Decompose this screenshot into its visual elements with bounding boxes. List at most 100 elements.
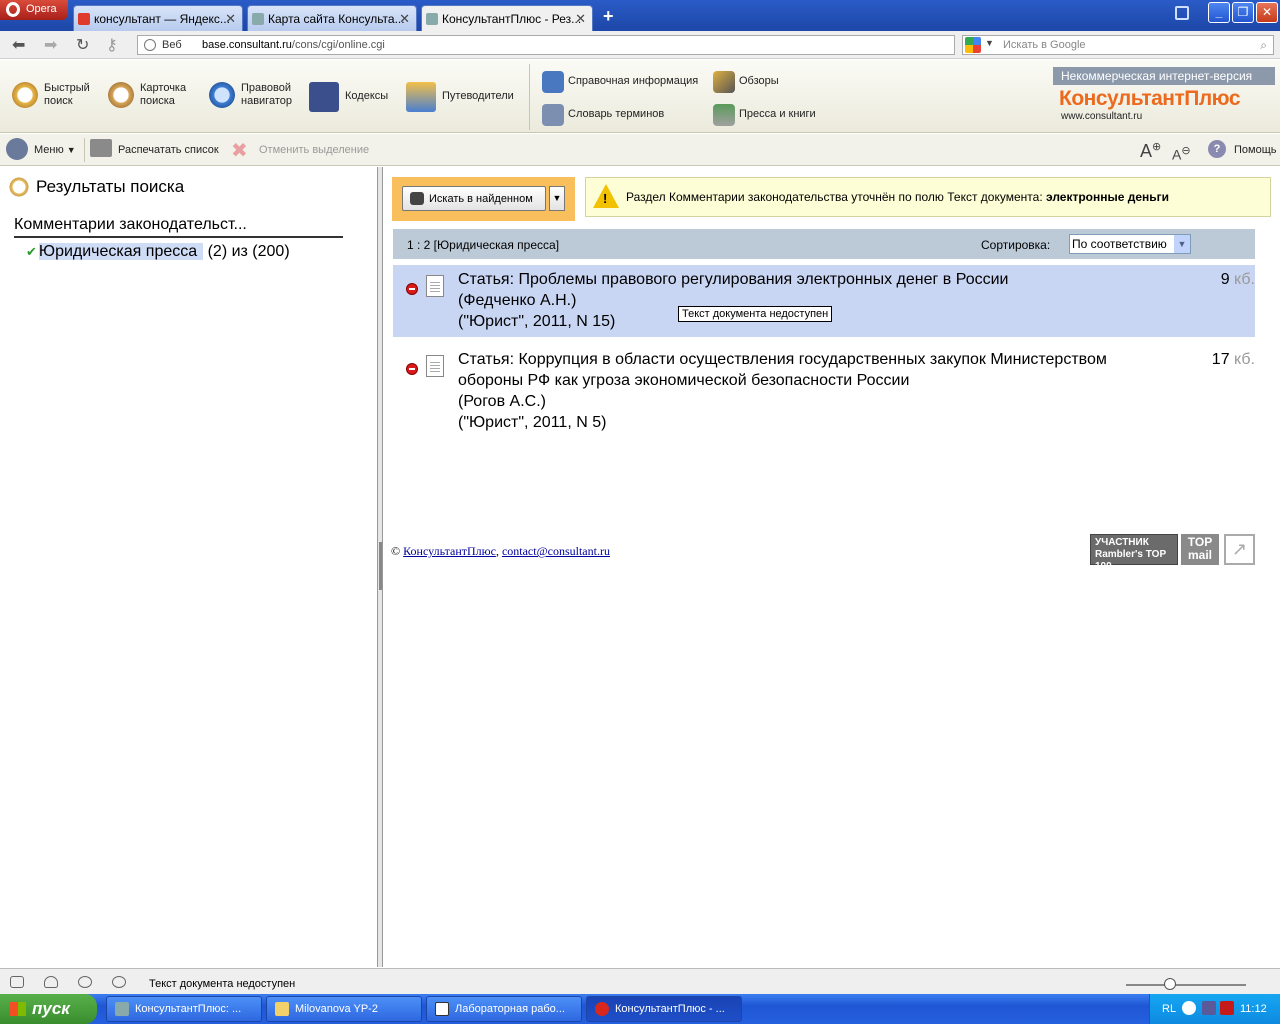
results-item-legal-press[interactable]: ✔ Юридическая пресса (2) из (200)	[26, 243, 290, 261]
windows-taskbar: пуск КонсультантПлюс: ... Milovanova YP-…	[0, 994, 1280, 1024]
trash-icon[interactable]	[1175, 6, 1189, 20]
rambler-top100-badge[interactable]: УЧАСТНИК Rambler's TOP 100	[1090, 534, 1178, 572]
speed-dial-icon[interactable]	[112, 976, 126, 988]
glossary-button[interactable]: Словарь терминов	[542, 104, 664, 126]
document-title[interactable]: Статья: Коррупция в области осуществлени…	[458, 349, 1255, 370]
network-icon[interactable]	[1202, 1001, 1216, 1015]
book-icon	[309, 82, 339, 112]
system-tray: RL 11:12	[1149, 994, 1280, 1024]
mail-top-badge[interactable]: TOP mail	[1181, 534, 1219, 565]
find-in-found-button[interactable]: Искать в найденном	[402, 186, 546, 211]
find-dropdown-button[interactable]: ▼	[549, 186, 565, 211]
question-book-icon	[542, 71, 564, 93]
card-search-icon	[106, 80, 136, 110]
word-document-icon	[435, 1002, 449, 1016]
print-list-button[interactable]: Распечатать список	[90, 139, 219, 157]
tab-consultant-results[interactable]: КонсультантПлюс - Рез... ✕	[421, 5, 593, 31]
taskbar-item-consultant[interactable]: КонсультантПлюс: ...	[106, 996, 262, 1022]
clock: 11:12	[1240, 1003, 1267, 1015]
language-indicator[interactable]: RL	[1162, 1003, 1176, 1015]
document-size: 17 кб.	[1211, 351, 1255, 368]
maximize-button[interactable]: ❐	[1232, 2, 1254, 23]
document-row[interactable]: Статья: Проблемы правового регулирования…	[393, 265, 1255, 337]
document-icon	[426, 355, 444, 377]
quick-search-button[interactable]: Быстрый поиск	[10, 80, 104, 110]
close-icon[interactable]: ✕	[575, 11, 586, 27]
cancel-selection-button[interactable]: ✖ Отменить выделение	[231, 140, 369, 162]
document-title[interactable]: Статья: Проблемы правового регулирования…	[458, 269, 1255, 290]
globe-icon	[144, 39, 156, 51]
right-results-pane: Искать в найденном ▼ ! Раздел Комментари…	[383, 167, 1280, 967]
reference-info-button[interactable]: Справочная информация	[542, 71, 698, 93]
panel-toggle-icon[interactable]	[10, 976, 24, 988]
tooltip: Текст документа недоступен	[678, 306, 833, 322]
counter-arrow-icon[interactable]: ↗	[1224, 534, 1255, 565]
google-icon[interactable]	[965, 37, 981, 53]
start-button[interactable]: пуск	[0, 994, 97, 1024]
compass-icon	[207, 80, 237, 110]
zoom-slider[interactable]	[1126, 978, 1246, 990]
address-input[interactable]: Веб base.consultant.ru/cons/cgi/online.c…	[137, 35, 955, 55]
signpost-icon	[406, 82, 436, 112]
minimize-button[interactable]: _	[1208, 2, 1230, 23]
consultant-logo: КонсультантПлюс	[1059, 87, 1241, 110]
codes-button[interactable]: Кодексы	[309, 82, 388, 112]
zoom-knob[interactable]	[1164, 978, 1176, 990]
antivirus-icon[interactable]	[1220, 1001, 1234, 1015]
close-window-button[interactable]: ✕	[1256, 2, 1278, 23]
tab-sitemap[interactable]: Карта сайта Консульта... ✕	[247, 5, 417, 31]
forward-arrow-icon[interactable]: ➡	[44, 35, 57, 55]
new-tab-button[interactable]: +	[603, 6, 614, 27]
pen-icon	[713, 71, 735, 93]
cloud-icon[interactable]	[44, 976, 58, 988]
consultant-brand[interactable]: Некоммерческая интернет-версия Консульта…	[1053, 67, 1275, 129]
search-icon[interactable]: ⌕	[1260, 38, 1267, 53]
dictionary-icon	[542, 104, 564, 126]
press-books-button[interactable]: Пресса и книги	[713, 104, 816, 126]
help-button[interactable]: ? Помощь	[1208, 140, 1277, 158]
close-icon[interactable]: ✕	[399, 11, 410, 27]
reload-icon[interactable]: ↻	[76, 35, 89, 55]
close-icon[interactable]: ✕	[225, 11, 236, 27]
opera-menu-button[interactable]: Opera	[0, 0, 68, 20]
contact-email-link[interactable]: contact@consultant.ru	[502, 544, 610, 558]
taskbar-item-opera[interactable]: КонсультантПлюс - ...	[586, 996, 742, 1022]
font-increase-button[interactable]: A⊕	[1140, 140, 1161, 162]
guides-button[interactable]: Путеводители	[406, 82, 514, 112]
taskbar-item-word[interactable]: Лабораторная рабо...	[426, 996, 582, 1022]
tab-yandex[interactable]: консультант — Яндекс... ✕	[73, 5, 243, 31]
document-row[interactable]: Статья: Коррупция в области осуществлени…	[393, 345, 1255, 435]
consultant-favicon-icon	[426, 13, 438, 25]
key-icon[interactable]: ⚷	[106, 35, 118, 55]
consultant-app-icon	[115, 1002, 129, 1016]
share-icon[interactable]	[78, 976, 92, 988]
consultant-favicon-icon	[252, 13, 264, 25]
magnifier-icon	[8, 176, 30, 198]
back-arrow-icon[interactable]	[1182, 1001, 1196, 1015]
results-header: 1 : 2 [Юридическая пресса] Сортировка: П…	[393, 229, 1255, 259]
results-group-title[interactable]: Комментарии законодательст...	[14, 216, 343, 238]
search-input[interactable]: ▼ Искать в Google ⌕	[962, 35, 1274, 55]
menu-button[interactable]: Меню ▼	[6, 138, 76, 160]
page-footer: © КонсультантПлюс, contact@consultant.ru	[391, 544, 610, 558]
browser-status-bar: Текст документа недоступен	[0, 968, 1280, 994]
document-icon	[426, 275, 444, 297]
consultant-link[interactable]: КонсультантПлюс	[403, 544, 496, 558]
back-arrow-icon[interactable]: ⬅	[12, 35, 25, 55]
sort-select[interactable]: По соответствию ▼	[1069, 234, 1191, 254]
help-icon: ?	[1208, 140, 1226, 158]
font-decrease-button[interactable]: A⊖	[1172, 144, 1191, 163]
chevron-down-icon[interactable]: ▼	[1174, 235, 1190, 253]
red-x-icon: ✖	[231, 140, 248, 162]
opera-icon	[595, 1002, 609, 1016]
address-toolbar: ⬅ ➡ ↻ ⚷ Веб base.consultant.ru/cons/cgi/…	[0, 31, 1280, 59]
legal-navigator-button[interactable]: Правовой навигатор	[207, 80, 305, 110]
consultant-toolbar: Быстрый поиск Карточка поиска Правовой н…	[0, 60, 1280, 133]
search-card-button[interactable]: Карточка поиска	[106, 80, 200, 110]
chevron-down-icon[interactable]: ▼	[985, 38, 994, 48]
avatar-icon	[6, 138, 28, 160]
left-results-pane: Результаты поиска Комментарии законодате…	[0, 167, 378, 967]
reviews-button[interactable]: Обзоры	[713, 71, 779, 93]
opera-logo-icon	[6, 2, 20, 17]
taskbar-item-folder[interactable]: Milovanova YP-2	[266, 996, 422, 1022]
